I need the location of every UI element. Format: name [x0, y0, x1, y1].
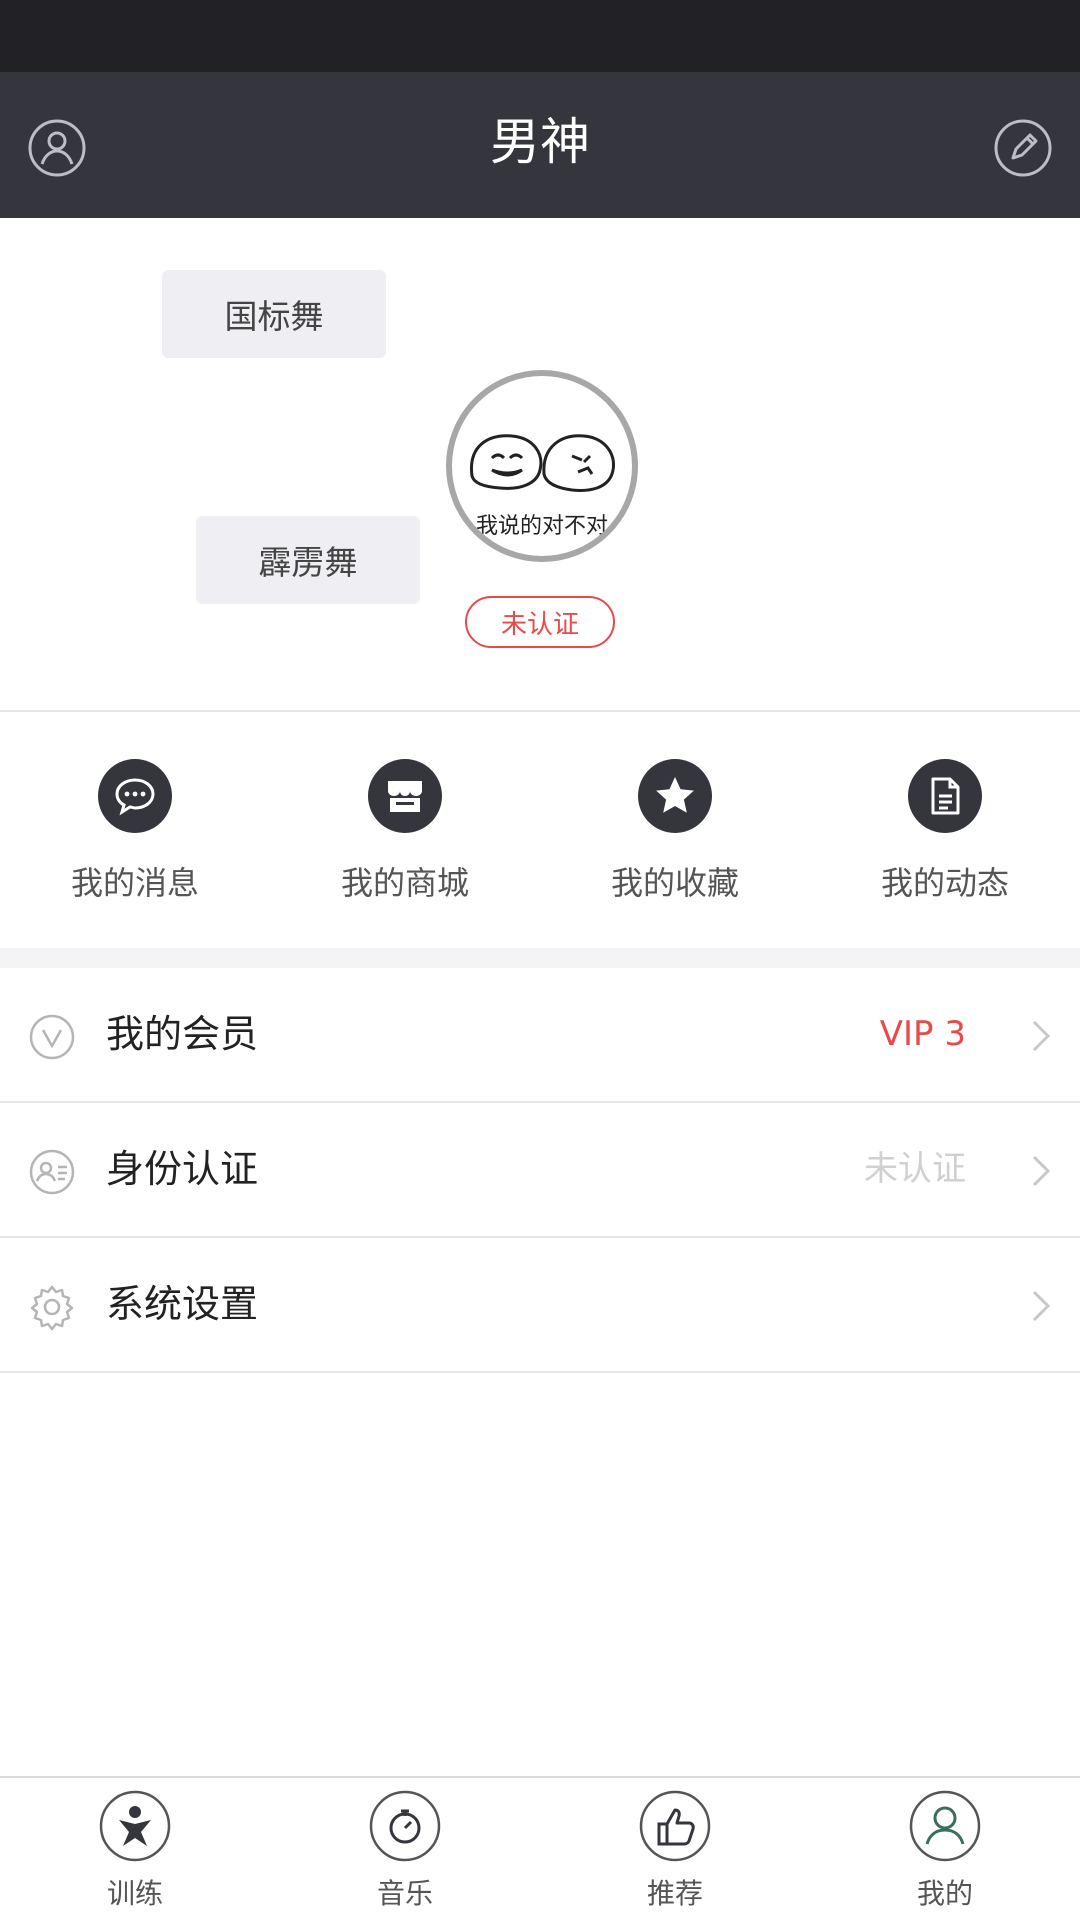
gear-icon: [30, 1285, 74, 1331]
quick-action-favorites[interactable]: 我的收藏: [540, 712, 810, 948]
bottom-tab-bar: 训练 音乐 推荐 我的: [0, 1776, 1080, 1920]
quick-action-label: 我的商城: [340, 864, 469, 902]
chevron-right-icon: [1032, 1290, 1051, 1322]
star-icon: [638, 759, 712, 833]
quick-action-messages[interactable]: 我的消息: [0, 712, 270, 948]
quick-action-store[interactable]: 我的商城: [270, 712, 540, 948]
status-bar: [0, 0, 1080, 72]
profile-section: 国标舞 霹雳舞 我说的对不对 未认证: [0, 218, 1080, 712]
verification-status: 未认证: [864, 1149, 966, 1189]
profile-icon: [909, 1790, 981, 1862]
menu-row-label: 身份认证: [106, 1147, 259, 1191]
interest-tag[interactable]: 国标舞: [162, 270, 386, 358]
tab-label: 推荐: [646, 1877, 703, 1910]
message-icon: [98, 759, 172, 833]
tab-music[interactable]: 音乐: [270, 1778, 540, 1920]
avatar[interactable]: 我说的对不对: [446, 370, 638, 562]
menu-row-membership[interactable]: 我的会员 VIP 3: [0, 968, 1080, 1103]
quick-action-activity[interactable]: 我的动态: [810, 712, 1080, 948]
menu-row-verification[interactable]: 身份认证 未认证: [0, 1103, 1080, 1238]
document-icon: [908, 759, 982, 833]
tab-recommend[interactable]: 推荐: [540, 1778, 810, 1920]
tab-label: 音乐: [376, 1877, 433, 1910]
chevron-right-icon: [1032, 1020, 1051, 1052]
thumbs-up-icon: [639, 1790, 711, 1862]
quick-action-label: 我的消息: [70, 864, 199, 902]
top-navigation-bar: 男神: [0, 72, 1080, 218]
tab-label: 我的: [916, 1877, 973, 1910]
quick-action-label: 我的动态: [880, 864, 1009, 902]
page-title: 男神: [490, 113, 590, 171]
chevron-right-icon: [1032, 1155, 1051, 1187]
settings-list: 我的会员 VIP 3 身份认证 未认证 系统设置: [0, 968, 1080, 1373]
interest-tag[interactable]: 霹雳舞: [196, 516, 420, 604]
edit-icon[interactable]: [993, 118, 1053, 178]
section-divider: [0, 948, 1080, 968]
vip-icon: [29, 1014, 75, 1060]
store-icon: [368, 759, 442, 833]
quick-actions: 我的消息 我的商城 我的收藏 我的动态: [0, 712, 1080, 948]
menu-row-settings[interactable]: 系统设置: [0, 1238, 1080, 1373]
avatar-caption: 我说的对不对: [475, 514, 608, 539]
tab-label: 训练: [106, 1877, 163, 1910]
tab-training[interactable]: 训练: [0, 1778, 270, 1920]
menu-row-label: 我的会员: [106, 1012, 259, 1056]
quick-action-label: 我的收藏: [610, 864, 739, 902]
verification-badge: 未认证: [465, 596, 615, 648]
id-card-icon: [29, 1149, 75, 1195]
membership-level: VIP 3: [879, 1014, 966, 1054]
training-icon: [99, 1790, 171, 1862]
menu-row-label: 系统设置: [106, 1282, 259, 1326]
tab-mine[interactable]: 我的: [810, 1778, 1080, 1920]
music-icon: [369, 1790, 441, 1862]
